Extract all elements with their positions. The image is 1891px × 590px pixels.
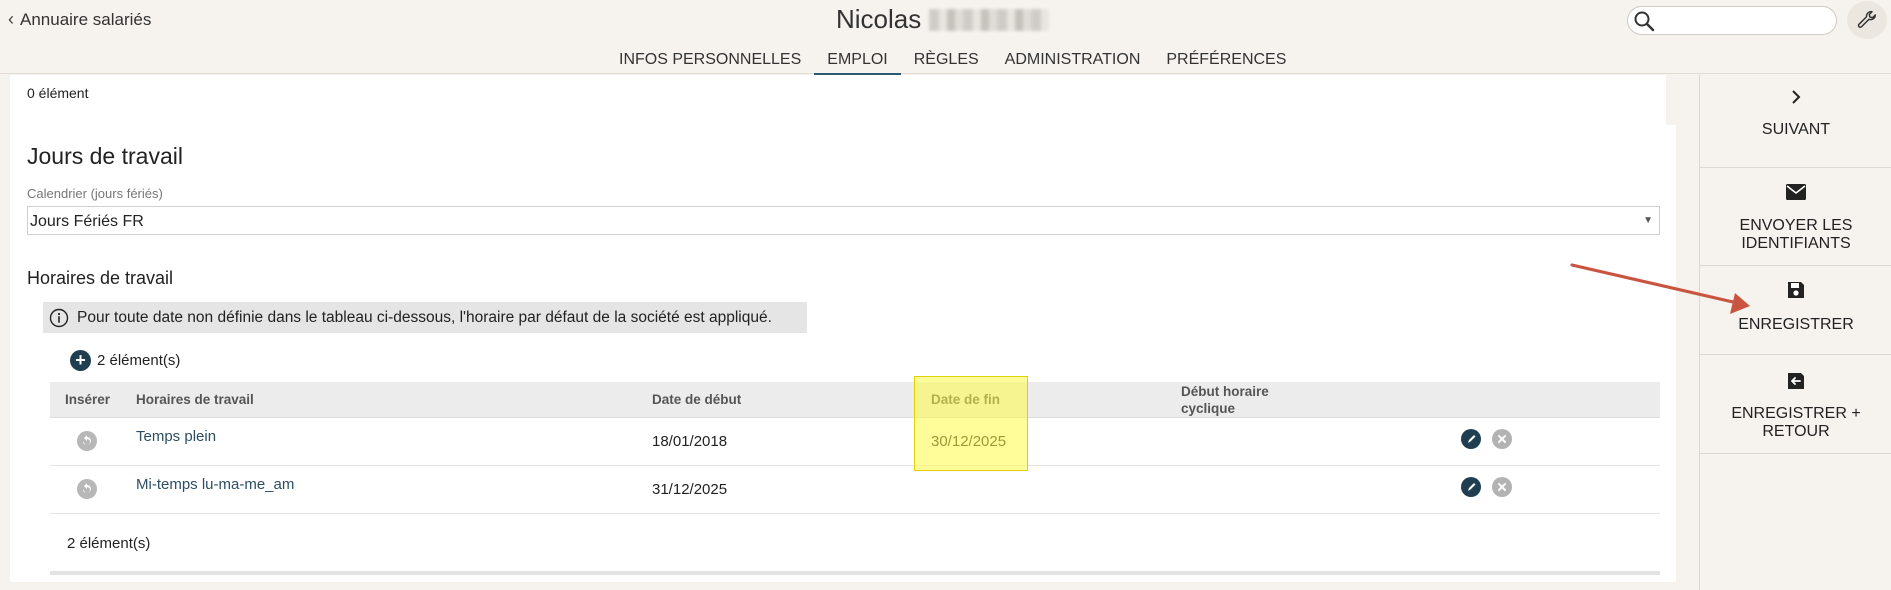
next-button[interactable]: SUIVANT	[1700, 75, 1891, 168]
info-banner: Pour toute date non définie dans le tabl…	[43, 302, 807, 333]
send-label-line1: ENVOYER LES	[1739, 217, 1853, 234]
edit-icon[interactable]	[1461, 429, 1481, 449]
redacted-last-name	[929, 8, 1050, 31]
save-and-return-button[interactable]: ENREGISTRER + RETOUR	[1700, 355, 1891, 454]
insert-row-icon[interactable]	[77, 431, 97, 451]
col-end: Date de fin	[931, 392, 1001, 407]
tab-infos-personnelles[interactable]: INFOS PERSONNELLES	[606, 50, 814, 74]
edit-icon[interactable]	[1461, 477, 1481, 497]
add-row: + 2 élément(s)	[70, 350, 180, 371]
col-cyclic-line1: Début horaire	[1181, 384, 1269, 399]
save-return-icon	[1788, 373, 1804, 389]
delete-icon[interactable]	[1492, 477, 1512, 497]
table-header: Insérer Horaires de travail Date de débu…	[50, 382, 1660, 418]
insert-row-icon[interactable]	[77, 479, 97, 499]
chevron-right-icon	[1792, 90, 1801, 104]
top-item-count: 0 élément	[27, 85, 89, 101]
back-link[interactable]: ‹ Annuaire salariés	[8, 9, 151, 30]
app-root: ‹ Annuaire salariés Nicolas INFOS PERSON…	[0, 0, 1891, 590]
calendar-value: Jours Fériés FR	[30, 213, 144, 230]
calendar-select[interactable]: Jours Fériés FR ▼	[27, 206, 1660, 235]
settings-button[interactable]	[1847, 1, 1887, 39]
table-row: Mi-temps lu-ma-me_am 31/12/2025	[50, 466, 1660, 514]
add-icon[interactable]: +	[70, 350, 91, 371]
info-icon	[49, 308, 69, 327]
add-count: 2 élément(s)	[97, 352, 181, 369]
chevron-left-icon: ‹	[8, 9, 14, 29]
schedule-link[interactable]: Mi-temps lu-ma-me_am	[136, 476, 294, 493]
panel-edge	[1666, 75, 1690, 125]
top-bar: ‹ Annuaire salariés Nicolas INFOS PERSON…	[0, 0, 1891, 75]
save-button[interactable]: ENREGISTRER	[1700, 266, 1891, 355]
search-box[interactable]	[1627, 6, 1837, 35]
employee-name: Nicolas	[836, 4, 1050, 35]
info-text: Pour toute date non définie dans le tabl…	[77, 308, 772, 326]
envelope-icon	[1786, 184, 1806, 200]
start-date: 18/01/2018	[652, 433, 728, 450]
col-schedule: Horaires de travail	[136, 392, 254, 407]
tab-emploi[interactable]: EMPLOI	[814, 50, 902, 75]
table-row: Temps plein 18/01/2018 30/12/2025	[50, 418, 1660, 466]
save-back-label-line1: ENREGISTRER +	[1731, 405, 1861, 422]
horizontal-scrollbar[interactable]	[50, 571, 1660, 575]
employee-first-name: Nicolas	[836, 4, 922, 34]
schedules-table: Insérer Horaires de travail Date de débu…	[50, 382, 1660, 514]
back-label: Annuaire salariés	[20, 9, 152, 29]
next-label: SUIVANT	[1761, 121, 1831, 138]
wrench-icon	[1857, 10, 1876, 28]
col-insert: Insérer	[65, 392, 111, 407]
schedule-link[interactable]: Temps plein	[136, 428, 216, 445]
tab-regles[interactable]: RÈGLES	[901, 50, 992, 74]
send-label-line2: IDENTIFIANTS	[1741, 235, 1851, 252]
col-cyclic-line2: cyclique	[1181, 401, 1236, 416]
end-date: 30/12/2025	[931, 433, 1007, 450]
delete-icon[interactable]	[1492, 429, 1512, 449]
tab-preferences[interactable]: PRÉFÉRENCES	[1153, 50, 1299, 74]
calendar-label: Calendrier (jours fériés)	[27, 186, 163, 201]
save-back-label-line2: RETOUR	[1762, 423, 1830, 440]
tab-administration[interactable]: ADMINISTRATION	[992, 50, 1154, 74]
start-date: 31/12/2025	[652, 481, 728, 498]
schedules-title: Horaires de travail	[27, 268, 174, 288]
bottom-item-count: 2 élément(s)	[67, 535, 151, 552]
save-label: ENREGISTRER	[1738, 316, 1854, 333]
section-title: Jours de travail	[27, 143, 183, 169]
col-start: Date de début	[652, 392, 742, 407]
search-icon	[1634, 11, 1655, 32]
caret-down-icon: ▼	[1643, 215, 1653, 226]
search-input[interactable]	[1660, 11, 1830, 31]
floppy-disk-icon	[1788, 282, 1804, 298]
send-credentials-button[interactable]: ENVOYER LES IDENTIFIANTS	[1700, 168, 1891, 266]
actions-sidebar: SUIVANT ENVOYER LES IDENTIFIANTS ENREGIS…	[1699, 75, 1891, 590]
tab-bar: INFOS PERSONNELLES EMPLOI RÈGLES ADMINIS…	[606, 50, 1299, 75]
